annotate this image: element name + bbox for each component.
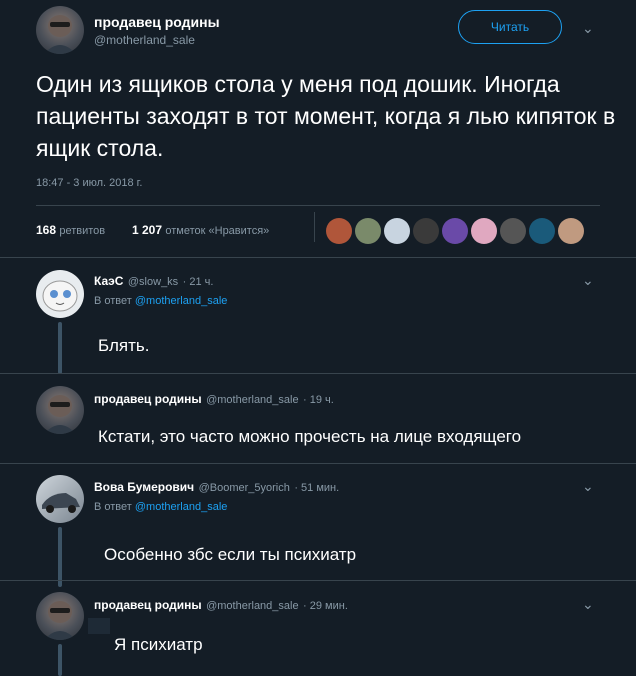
thread-line (58, 644, 62, 676)
avatar[interactable] (36, 386, 84, 434)
reply-text: Блять. (98, 336, 150, 355)
liker-avatar[interactable] (471, 218, 497, 244)
divider (0, 580, 636, 581)
retweets-count: 168 (36, 223, 57, 237)
reply-time[interactable]: · 21 ч. (183, 276, 214, 288)
author-name[interactable]: КаэС (94, 274, 123, 288)
reply-time[interactable]: · 51 мин. (294, 482, 339, 494)
avatar[interactable] (36, 592, 84, 640)
car-avatar-image (42, 493, 80, 513)
thread-line (58, 322, 62, 374)
avatar-image (44, 601, 76, 640)
reply-to: В ответ @motherland_sale (94, 295, 227, 307)
redacted-block (88, 618, 110, 634)
stats-separator (314, 212, 315, 242)
liker-avatar[interactable] (500, 218, 526, 244)
likes-count: 1 207 (132, 223, 163, 237)
reply-to-link[interactable]: @motherland_sale (135, 501, 228, 513)
retweets-stat[interactable]: 168 ретвитов (36, 223, 105, 237)
reply-to-link[interactable]: @motherland_sale (135, 295, 228, 307)
liker-avatar[interactable] (413, 218, 439, 244)
follow-button[interactable]: Читать (458, 10, 562, 44)
reply-to-prefix: В ответ (94, 501, 132, 513)
avatar[interactable] (36, 270, 84, 318)
reply-header: КаэС @slow_ks · 21 ч. (94, 272, 213, 290)
author-name[interactable]: Вова Бумерович (94, 480, 194, 494)
reply-text: Кстати, это часто можно прочесть на лице… (98, 427, 522, 446)
author-handle[interactable]: @motherland_sale (94, 33, 195, 47)
chevron-down-icon[interactable]: ⌄ (582, 478, 594, 495)
thread-line (58, 527, 62, 587)
chevron-down-icon[interactable]: ⌄ (582, 272, 594, 289)
author-name[interactable]: продавец родины (94, 598, 202, 612)
divider (0, 463, 636, 464)
liker-avatar[interactable] (529, 218, 555, 244)
author-name[interactable]: продавец родины (94, 392, 202, 406)
liker-avatar[interactable] (442, 218, 468, 244)
reply-time[interactable]: · 19 ч. (303, 394, 334, 406)
divider (0, 373, 636, 374)
reply-header: продавец родины @motherland_sale · 19 ч. (94, 390, 334, 408)
cat-avatar-image (42, 280, 78, 312)
liker-avatar[interactable] (558, 218, 584, 244)
retweets-label: ретвитов (59, 225, 106, 237)
reply-header: Вова Бумерович @Boomer_5yorich · 51 мин. (94, 478, 339, 496)
tweet-timestamp[interactable]: 18:47 - 3 июл. 2018 г. (36, 177, 142, 189)
reply-to-prefix: В ответ (94, 295, 132, 307)
avatar-image (44, 15, 76, 54)
reply-header: продавец родины @motherland_sale · 29 ми… (94, 596, 348, 614)
likes-label: отметок «Нравится» (165, 225, 270, 237)
author-handle[interactable]: @motherland_sale (206, 394, 299, 406)
author-handle[interactable]: @slow_ks (128, 276, 178, 288)
reply-time[interactable]: · 29 мин. (303, 600, 348, 612)
divider (0, 257, 636, 258)
author-handle[interactable]: @Boomer_5yorich (199, 482, 290, 494)
avatar[interactable] (36, 6, 84, 54)
tweet-text: Один из ящиков стола у меня под дошик. И… (36, 71, 616, 161)
chevron-down-icon[interactable]: ⌄ (582, 596, 594, 613)
reply-to: В ответ @motherland_sale (94, 501, 227, 513)
reply-text: Особенно збс если ты психиатр (104, 545, 357, 564)
author-name[interactable]: продавец родины (94, 14, 220, 30)
liker-avatar[interactable] (355, 218, 381, 244)
divider (36, 205, 600, 206)
author-handle[interactable]: @motherland_sale (206, 600, 299, 612)
liker-avatar[interactable] (384, 218, 410, 244)
liker-avatar[interactable] (326, 218, 352, 244)
avatar[interactable] (36, 475, 84, 523)
avatar-image (44, 395, 76, 434)
reply-text: Я психиатр (114, 635, 203, 654)
likes-stat[interactable]: 1 207 отметок «Нравится» (132, 223, 269, 237)
chevron-down-icon[interactable]: ⌄ (582, 20, 594, 37)
